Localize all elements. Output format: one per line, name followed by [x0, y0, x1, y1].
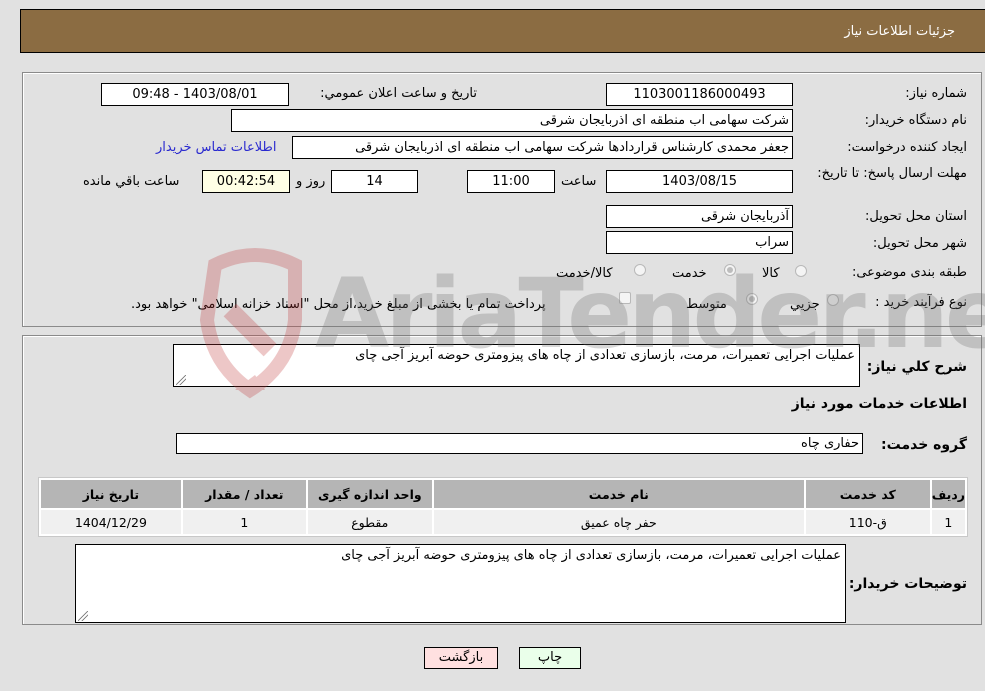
- description-label: شرح كلي نياز:: [866, 359, 967, 375]
- resize-grip-icon[interactable]: [176, 375, 186, 385]
- process-radio-medium[interactable]: [746, 293, 758, 305]
- print-button[interactable]: چاپ: [519, 647, 581, 669]
- time-remaining-label: ساعت باقي مانده: [83, 174, 180, 189]
- buyer-notes-textarea[interactable]: عملیات اجرایی تعمیرات، مرمت، بازسازی تعد…: [75, 544, 846, 623]
- col-need-date: تاریخ نیاز: [41, 480, 181, 508]
- announce-date-label: تاریخ و ساعت اعلان عمومي:: [320, 86, 477, 101]
- deadline-label: مهلت ارسال پاسخ: تا تاریخ:: [817, 166, 967, 181]
- announce-date-field: 1403/08/01 - 09:48: [101, 83, 289, 106]
- col-row-number: رديف: [931, 480, 965, 508]
- category-option-goods-service: کالا/خدمت: [556, 266, 613, 281]
- time-remaining-field: 00:42:54: [202, 170, 290, 193]
- category-option-goods: کالا: [762, 266, 780, 281]
- deadline-date-field: 1403/08/15: [606, 170, 793, 193]
- process-type-label: نوع فرآیند خرید :: [875, 295, 967, 310]
- service-group-field: حفاری چاه: [176, 433, 863, 454]
- process-option-minor: جزیي: [790, 297, 820, 312]
- requester-label: ایجاد کننده درخواست:: [847, 140, 967, 155]
- city-label: شهر محل تحویل:: [872, 236, 967, 251]
- page-title: جزئیات اطلاعات نیاز: [844, 24, 955, 39]
- process-option-medium: متوسط: [686, 297, 727, 312]
- cell-service-name: حفر چاه عمیق: [433, 510, 804, 534]
- days-remaining-field: 14: [331, 170, 418, 193]
- cell-unit: مقطوع: [307, 510, 432, 534]
- buyer-org-field: شرکت سهامی اب منطقه ای اذربایجان شرقی: [231, 109, 793, 132]
- col-quantity: تعداد / مقدار: [182, 480, 306, 508]
- cell-quantity: 1: [182, 510, 306, 534]
- description-textarea[interactable]: عملیات اجرایی تعمیرات، مرمت، بازسازی تعد…: [173, 344, 860, 387]
- buyer-contact-link[interactable]: اطلاعات تماس خریدار: [156, 140, 276, 155]
- col-unit: واحد اندازه گیری: [307, 480, 432, 508]
- treasury-checkbox[interactable]: [619, 292, 631, 304]
- need-number-field: 1103001186000493: [606, 83, 793, 106]
- table-row: 1 ق-110 حفر چاه عمیق مقطوع 1 1404/12/29: [41, 510, 965, 534]
- process-radio-minor[interactable]: [827, 294, 839, 306]
- col-service-name: نام خدمت: [433, 480, 804, 508]
- buyer-org-label: نام دستگاه خريدار:: [864, 113, 967, 128]
- services-section-title: اطلاعات خدمات مورد نياز: [791, 396, 967, 412]
- description-text: عملیات اجرایی تعمیرات، مرمت، بازسازی تعد…: [355, 348, 855, 363]
- page-header: جزئیات اطلاعات نیاز: [20, 9, 985, 53]
- table-header-row: رديف کد خدمت نام خدمت واحد اندازه گیری ت…: [41, 480, 965, 508]
- province-label: استان محل تحویل:: [865, 209, 967, 224]
- cell-need-date: 1404/12/29: [41, 510, 181, 534]
- buyer-notes-label: توضیحات خریدار:: [848, 576, 967, 592]
- services-table: رديف کد خدمت نام خدمت واحد اندازه گیری ت…: [38, 477, 968, 537]
- city-field: سراب: [606, 231, 793, 254]
- category-radio-goods[interactable]: [795, 265, 807, 277]
- resize-grip-icon[interactable]: [78, 611, 88, 621]
- requester-field: جعفر محمدی کارشناس قراردادها شرکت سهامی …: [292, 136, 793, 159]
- category-label: طبقه بندی موضوعی:: [851, 265, 967, 280]
- need-number-label: شماره نیاز:: [905, 86, 967, 101]
- col-service-code: کد خدمت: [805, 480, 930, 508]
- buyer-notes-text: عملیات اجرایی تعمیرات، مرمت، بازسازی تعد…: [341, 548, 841, 563]
- category-radio-goods-service[interactable]: [634, 264, 646, 276]
- category-radio-service[interactable]: [724, 264, 736, 276]
- deadline-time-field: 11:00: [467, 170, 555, 193]
- deadline-time-label: ساعت: [561, 174, 597, 189]
- cell-row-number: 1: [931, 510, 965, 534]
- back-button[interactable]: بازگشت: [424, 647, 498, 669]
- treasury-note: پرداخت تمام یا بخشی از مبلغ خرید،از محل …: [131, 297, 546, 312]
- category-option-service: خدمت: [672, 266, 707, 281]
- cell-service-code: ق-110: [805, 510, 930, 534]
- province-field: آذربایجان شرقی: [606, 205, 793, 228]
- service-group-label: گروه خدمت:: [881, 437, 967, 453]
- days-label: روز و: [296, 174, 326, 189]
